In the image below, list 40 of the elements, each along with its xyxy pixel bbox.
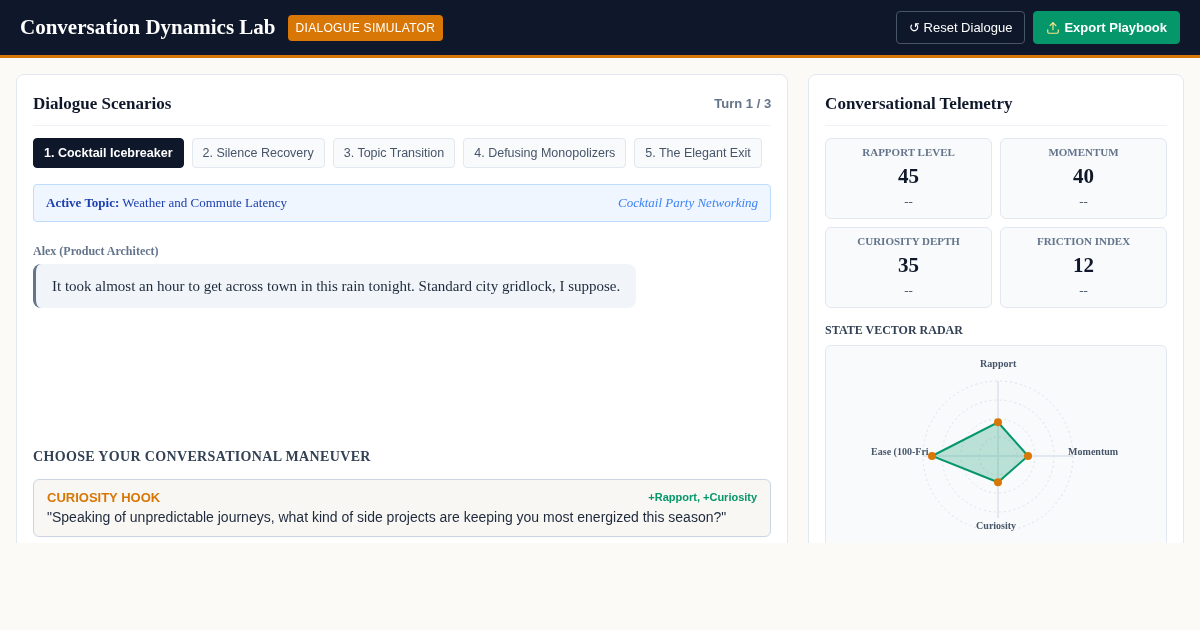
reset-button[interactable]: ↺ Reset Dialogue: [895, 10, 1026, 45]
scenario-tab[interactable]: 1. Cocktail Icebreaker: [33, 137, 184, 169]
option-text: "Speaking of unpredictable journeys, what kind of side projects are keeping you most energized this season?": [47, 508, 728, 528]
option-title: CURIOSITY HOOK: [47, 488, 161, 507]
maneuver-option[interactable]: CURIOSITY HOOK +Rapport, +Curiosity "Speaking of unpredictable journeys, what kind of side projects are keeping you most energized this season?": [33, 478, 772, 538]
scenario-tab[interactable]: 3. Topic Transition: [332, 137, 456, 169]
metric-delta: --: [1079, 282, 1088, 301]
axis-label: Momentum: [1068, 444, 1119, 459]
upload-icon: [1046, 20, 1061, 35]
scenario-tab[interactable]: 2. Silence Recovery: [191, 137, 325, 169]
axis-label: Curiosity: [976, 517, 1017, 533]
speaker-name: Alex (Product Architect): [33, 242, 159, 260]
metric-value: 35: [898, 251, 920, 279]
mode-badge: DIALOGUE SIMULATOR: [287, 14, 444, 41]
turn-counter: Turn 1 / 3: [714, 95, 772, 113]
metric-value: 45: [898, 162, 920, 190]
scenario-tab[interactable]: 5. The Elegant Exit: [634, 137, 762, 169]
axis-label: Rapport: [980, 356, 1017, 371]
card-title: Dialogue Scenarios: [33, 93, 172, 115]
setting-text: Cocktail Party Networking: [618, 194, 759, 213]
metric-delta: --: [904, 193, 913, 212]
scenario-tab[interactable]: 4. Defusing Monopolizers: [463, 137, 627, 169]
metric-delta: --: [904, 282, 913, 301]
metric-delta: --: [1079, 193, 1088, 212]
metric-value: 12: [1073, 251, 1094, 279]
reset-icon: ↺: [908, 17, 920, 38]
message-bubble: It took almost an hour to get across town in this rain tonight. Standard city gridlock, I suppose.: [33, 263, 637, 309]
metric-label: MOMENTUM: [1048, 145, 1119, 161]
card-title: Conversational Telemetry: [825, 94, 1013, 113]
option-effect: +Rapport, +Curiosity: [648, 490, 758, 506]
metric-label: RAPPORT LEVEL: [862, 145, 955, 161]
section-heading: CHOOSE YOUR CONVERSATIONAL MANEUVER: [33, 447, 372, 466]
export-button[interactable]: Export Playbook: [1033, 10, 1180, 45]
topic-text: Active Topic: Weather and Commute Latency: [46, 194, 287, 213]
metric-label: CURIOSITY DEPTH: [857, 234, 960, 250]
metric-label: FRICTION INDEX: [1036, 234, 1131, 250]
axis-label: Ease (100-Fri: [871, 444, 929, 459]
radar-title: STATE VECTOR RADAR: [825, 321, 964, 339]
app-title: Conversation Dynamics Lab: [20, 13, 276, 41]
metric-value: 40: [1073, 162, 1094, 190]
